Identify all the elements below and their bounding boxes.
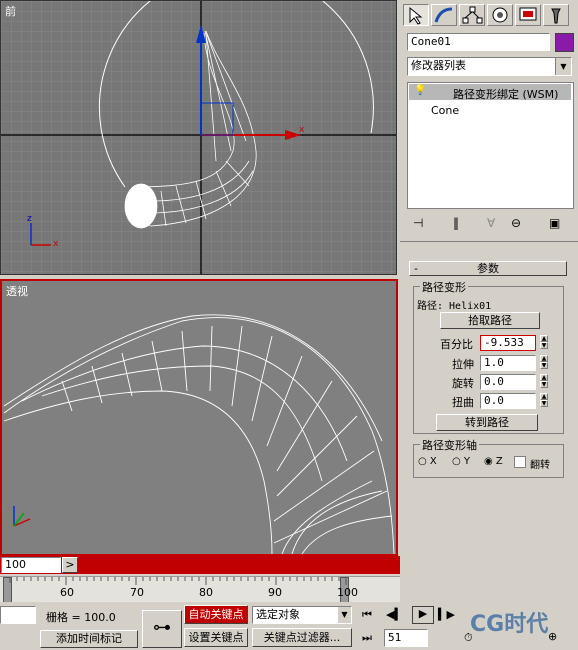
rotation-spinner[interactable]: ▲ ▼ [540, 374, 548, 390]
watermark-logo: CG时代 [470, 612, 549, 637]
ruler-label-60: 60 [60, 586, 74, 599]
status-bar: 栅格 = 100.0 添加时间标记 ⊶ 自动关键点 设置关键点 选定对象 ▼ 关… [0, 602, 578, 650]
create-icon [409, 6, 423, 25]
utilities-icon [551, 8, 561, 24]
front-wireframe [1, 1, 396, 274]
group-axis-title: 路径变形轴 [420, 437, 479, 453]
command-panel: Cone01 修改器列表 ▼ 💡 路径变形绑定 (WSM) Cone ⊣ ‖ ∀… [400, 0, 578, 578]
rollout-collapse-label: - [414, 262, 418, 275]
stretch-spinner[interactable]: ▲ ▼ [540, 355, 548, 371]
percent-label: 百分比 [440, 338, 473, 351]
motion-icon [492, 7, 508, 23]
lightbulb-icon[interactable]: 💡 [414, 85, 426, 96]
stack-toolbar: ⊣ ‖ ∀ ⊖ ▣ [407, 214, 572, 234]
track-bar[interactable]: 60 70 80 90 100 [0, 576, 400, 603]
prompt-field[interactable] [0, 606, 36, 624]
ruler-label-100: 100 [337, 586, 358, 599]
motion-tab[interactable] [487, 4, 513, 26]
corner-z-label: z [27, 214, 32, 224]
current-frame-field[interactable]: 51 [384, 629, 428, 647]
utilities-tab[interactable] [543, 4, 569, 26]
perspective-wireframe [3, 314, 395, 554]
axis-radio-group: ○ X ○ Y ◉ Z 翻转 [418, 456, 560, 471]
modifier-list-dropdown[interactable]: 修改器列表 ▼ [407, 57, 572, 76]
prev-frame-icon[interactable]: ◀▍ [386, 608, 403, 621]
key-mode-dropdown[interactable]: 选定对象 ▼ [252, 606, 352, 624]
grid-size-label: 栅格 = 100.0 [46, 611, 116, 624]
axis-y-radio[interactable]: ○ Y [452, 456, 470, 467]
chevron-down-icon[interactable]: ▼ [555, 58, 571, 75]
divider [400, 241, 578, 242]
axis-x-radio[interactable]: ○ X [418, 456, 437, 467]
pin-stack-icon[interactable]: ⊣ [413, 216, 423, 230]
flip-checkbox[interactable] [514, 456, 526, 468]
key-icon[interactable]: ⊶ [142, 610, 182, 648]
flip-label: 翻转 [530, 460, 550, 471]
twist-field[interactable]: 0.0 [480, 393, 536, 409]
next-frame-icon[interactable]: ▍▶ [438, 608, 455, 621]
pick-path-button[interactable]: 拾取路径 [440, 312, 540, 329]
gizmo-x-label: x [299, 125, 305, 135]
stack-item-label: Cone [431, 104, 460, 117]
rollout-header-params[interactable]: - 参数 [409, 261, 567, 276]
stack-item-label: 路径变形绑定 (WSM) [453, 88, 559, 101]
stack-item-cone[interactable]: Cone [409, 102, 571, 118]
chevron-down-icon[interactable]: ▼ [338, 607, 351, 623]
key-filters-button[interactable]: 关键点过滤器... [252, 628, 352, 647]
ruler-label-70: 70 [130, 586, 144, 599]
zoom-icon[interactable]: ⊕ [548, 630, 557, 643]
percent-spinner[interactable]: ▲ ▼ [540, 335, 548, 351]
configure-sets-icon[interactable]: ▣ [549, 216, 560, 230]
auto-key-button[interactable]: 自动关键点 [184, 605, 248, 624]
stretch-field[interactable]: 1.0 [480, 355, 536, 371]
hierarchy-tab[interactable] [459, 4, 485, 26]
stretch-label: 拉伸 [452, 358, 474, 371]
modifier-list-label: 修改器列表 [411, 59, 466, 72]
object-color-swatch[interactable] [555, 33, 574, 52]
rollout-title: 参数 [477, 262, 499, 275]
percent-field[interactable]: -9.533 [480, 335, 536, 351]
group-path-deform-title: 路径变形 [420, 279, 468, 295]
object-name-field[interactable]: Cone01 [407, 33, 550, 51]
modify-tab[interactable] [431, 4, 457, 26]
time-slider-next-button[interactable]: > [62, 557, 78, 573]
display-tab[interactable] [515, 4, 541, 26]
ruler-label-80: 80 [199, 586, 213, 599]
goto-start-icon[interactable]: ⏮ [362, 608, 372, 622]
set-key-button[interactable]: 设置关键点 [184, 628, 248, 647]
remove-modifier-icon[interactable]: ⊖ [511, 216, 521, 230]
add-time-tag-button[interactable]: 添加时间标记 [40, 630, 138, 648]
corner-x-label: x [53, 239, 59, 249]
twist-label: 扭曲 [452, 396, 474, 409]
display-icon [519, 7, 537, 21]
show-end-result-icon[interactable]: ‖ [453, 216, 459, 230]
make-unique-icon[interactable]: ∀ [487, 216, 495, 230]
modifier-stack: 💡 路径变形绑定 (WSM) Cone [407, 82, 574, 209]
path-name-label: 路径: Helix01 [417, 301, 492, 312]
time-slider-frame[interactable]: 100 [1, 557, 61, 573]
stack-item-path-deform[interactable]: 💡 路径变形绑定 (WSM) [409, 84, 571, 101]
rotation-field[interactable]: 0.0 [480, 374, 536, 390]
key-mode-value: 选定对象 [256, 608, 300, 621]
key-mode-toggle-icon[interactable]: ⏭ [362, 631, 372, 645]
hierarchy-icon [462, 6, 483, 24]
ruler-ticks [9, 577, 347, 585]
create-tab[interactable] [403, 4, 429, 26]
ruler-label-90: 90 [268, 586, 282, 599]
time-slider[interactable]: 100 > [0, 556, 400, 574]
front-viewport[interactable]: 前 x z x [0, 0, 397, 275]
rotation-label: 旋转 [452, 377, 474, 390]
perspective-viewport[interactable]: 透视 [0, 279, 398, 556]
move-to-path-button[interactable]: 转到路径 [436, 414, 538, 431]
play-icon[interactable]: ▶ [412, 606, 434, 624]
twist-spinner[interactable]: ▲ ▼ [540, 393, 548, 409]
modify-icon [434, 7, 453, 23]
axis-z-radio[interactable]: ◉ Z [484, 456, 503, 467]
